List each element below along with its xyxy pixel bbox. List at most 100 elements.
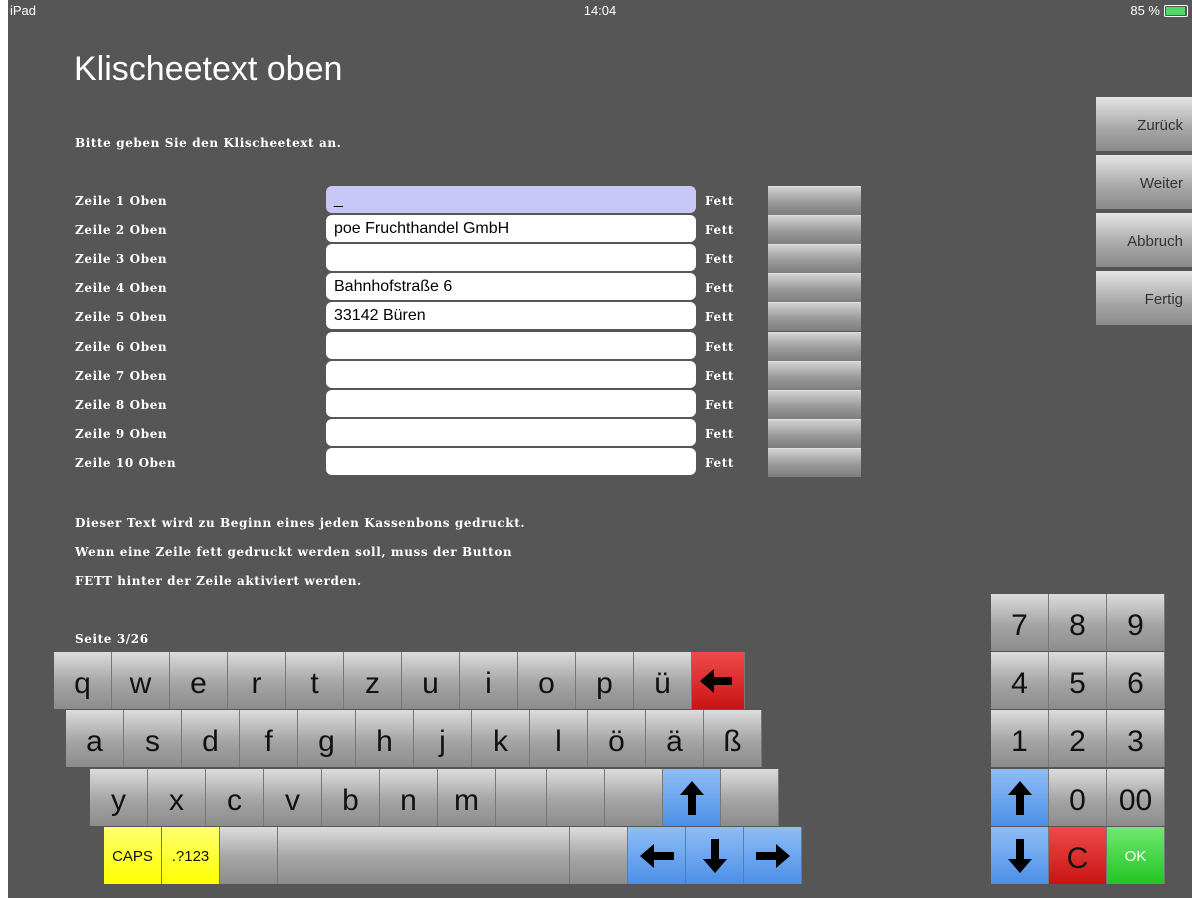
numpad-key-0[interactable]: 0 [1049,769,1107,826]
bold-toggle-button[interactable] [768,244,861,273]
line-text-input[interactable]: poe Fruchthandel GmbH [326,215,696,242]
letter-key[interactable]: s [124,710,182,767]
numpad-up-key[interactable] [991,769,1049,826]
letter-key[interactable]: b [322,769,380,826]
line-text-input[interactable] [326,244,696,271]
bold-label: Fett [705,281,734,295]
blank-key[interactable] [220,827,278,884]
blank-key[interactable] [489,769,547,826]
numpad-key-00[interactable]: 00 [1107,769,1165,826]
cursor-left-key[interactable] [628,827,686,884]
numpad-digit-key[interactable]: 7 [991,594,1049,651]
row-label: Zeile 1 Oben [75,194,168,208]
shift-key[interactable] [663,769,721,826]
row-label: Zeile 3 Oben [75,252,168,266]
next-button[interactable]: Weiter [1096,155,1192,211]
letter-key[interactable]: u [402,652,460,709]
letter-key[interactable]: f [240,710,298,767]
letter-key[interactable]: ü [634,652,692,709]
numpad-digit-key[interactable]: 3 [1107,710,1165,767]
battery-percent: 85 % [1130,3,1160,18]
numpad-digit-key[interactable]: 2 [1049,710,1107,767]
left-arrow-icon [699,668,732,693]
letter-key[interactable]: d [182,710,240,767]
letter-key[interactable]: a [66,710,124,767]
row-label: Zeile 8 Oben [75,398,168,412]
bold-toggle-button[interactable] [768,273,861,302]
back-button[interactable]: Zurück [1096,97,1192,153]
bold-label: Fett [705,252,734,266]
letter-key[interactable]: x [148,769,206,826]
numpad-digit-key[interactable]: 6 [1107,652,1165,709]
letter-key[interactable]: q [54,652,112,709]
cancel-label: Abbruch [1127,233,1183,250]
clock: 14:04 [583,3,617,18]
done-button[interactable]: Fertig [1096,271,1192,327]
numpad-digit-key[interactable]: 1 [991,710,1049,767]
letter-key[interactable]: m [438,769,496,826]
letter-key[interactable]: c [206,769,264,826]
letter-key[interactable]: i [460,652,518,709]
numpad-digit-key[interactable]: 5 [1049,652,1107,709]
line-text-input[interactable]: 33142 Büren [326,302,696,329]
letter-key[interactable]: o [518,652,576,709]
cursor-right-key[interactable] [744,827,802,884]
letter-key[interactable]: z [344,652,402,709]
letter-key[interactable]: v [264,769,322,826]
line-text-input[interactable] [326,361,696,388]
blank-key[interactable] [605,769,663,826]
bold-toggle-button[interactable] [768,390,861,419]
bold-label: Fett [705,369,734,383]
blank-key[interactable] [721,769,779,826]
line-text-input[interactable]: _ [326,186,696,213]
letter-key[interactable]: l [530,710,588,767]
letter-key[interactable]: p [576,652,634,709]
clear-key[interactable]: C [1049,827,1107,884]
row-label: Zeile 7 Oben [75,369,168,383]
instruction-text: Bitte geben Sie den Klischeetext an. [75,136,342,150]
letter-key[interactable]: n [380,769,438,826]
numpad-down-key[interactable] [991,827,1049,884]
cursor-down-key[interactable] [686,827,744,884]
blank-key[interactable] [570,827,628,884]
cancel-button[interactable]: Abbruch [1096,213,1192,269]
blank-key[interactable] [547,769,605,826]
letter-key[interactable]: ä [646,710,704,767]
letter-key[interactable]: y [90,769,148,826]
letter-key[interactable]: ß [704,710,762,767]
bold-toggle-button[interactable] [768,332,861,361]
letter-key[interactable]: k [472,710,530,767]
bold-toggle-button[interactable] [768,186,861,215]
symbols-key[interactable]: .?123 [162,827,220,884]
line-text-input[interactable]: Bahnhofstraße 6 [326,273,696,300]
caps-key[interactable]: CAPS [104,827,162,884]
screen: iPad 14:04 85 % Klischeetext oben Bitte … [8,0,1192,898]
status-bar: iPad 14:04 85 % [8,0,1192,22]
numpad-digit-key[interactable]: 4 [991,652,1049,709]
letter-key[interactable]: w [112,652,170,709]
bold-toggle-button[interactable] [768,215,861,244]
letter-key[interactable]: t [286,652,344,709]
bold-toggle-button[interactable] [768,448,861,477]
line-text-input[interactable] [326,419,696,446]
row-label: Zeile 2 Oben [75,223,168,237]
line-text-input[interactable] [326,448,696,475]
bold-toggle-button[interactable] [768,361,861,390]
bold-label: Fett [705,398,734,412]
line-text-input[interactable] [326,332,696,359]
bold-toggle-button[interactable] [768,302,861,331]
line-text-input[interactable] [326,390,696,417]
letter-key[interactable]: h [356,710,414,767]
letter-key[interactable]: r [228,652,286,709]
page-title: Klischeetext oben [74,50,343,88]
letter-key[interactable]: ö [588,710,646,767]
backspace-key[interactable] [687,652,745,709]
space-key[interactable] [278,827,570,884]
letter-key[interactable]: e [170,652,228,709]
letter-key[interactable]: g [298,710,356,767]
numpad-digit-key[interactable]: 9 [1107,594,1165,651]
bold-toggle-button[interactable] [768,419,861,448]
ok-key[interactable]: OK [1107,827,1165,884]
letter-key[interactable]: j [414,710,472,767]
numpad-digit-key[interactable]: 8 [1049,594,1107,651]
